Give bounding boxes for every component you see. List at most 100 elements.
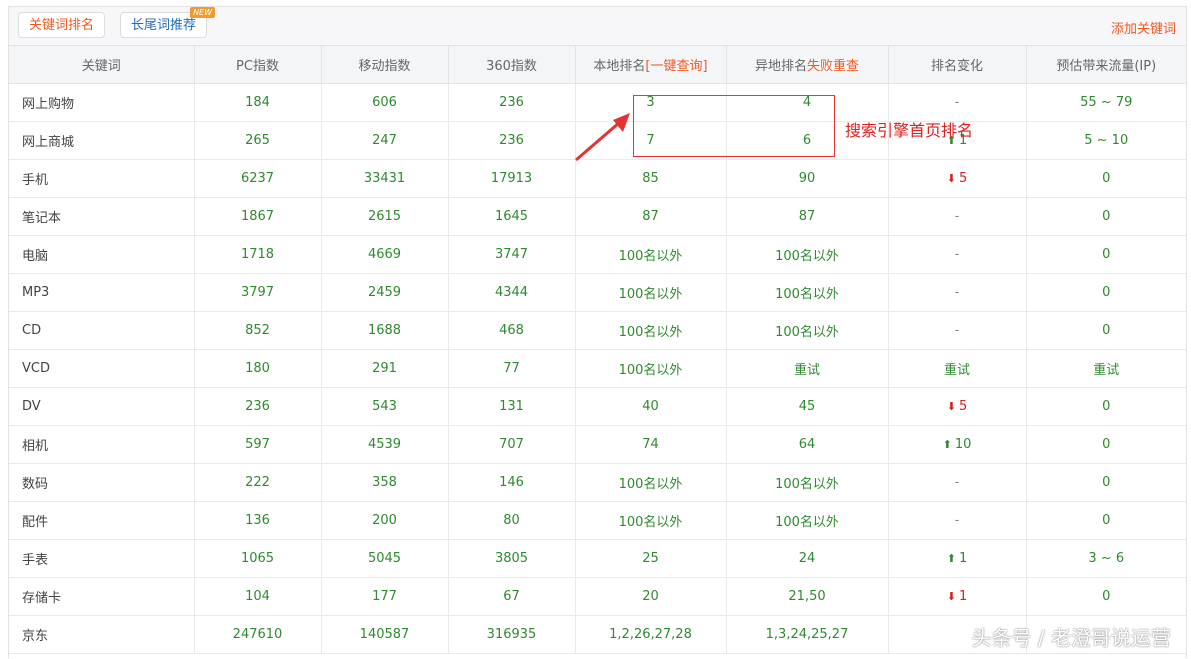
mobile-index-cell: 2459 bbox=[321, 273, 449, 312]
local-rank-cell: 100名以外 bbox=[575, 501, 727, 540]
keyword-cell: 相机 bbox=[9, 425, 195, 464]
traffic-estimate-cell[interactable]: 重试 bbox=[1026, 349, 1186, 388]
pc-index-cell: 236 bbox=[194, 387, 322, 426]
traffic-estimate-cell: 0 bbox=[1026, 311, 1186, 350]
index-360-cell: 17913 bbox=[448, 159, 576, 198]
rank-change-value: - bbox=[954, 323, 960, 338]
table-header-row: 关键词 PC指数 移动指数 360指数 本地排名[一键查询] 异地排名失败重查 … bbox=[9, 46, 1186, 84]
pc-index-cell: 222 bbox=[194, 463, 322, 502]
pc-index-cell: 184 bbox=[194, 83, 322, 122]
remote-rank-cell: 100名以外 bbox=[726, 235, 889, 274]
keyword-cell: CD bbox=[9, 311, 195, 350]
pc-index-cell: 104 bbox=[194, 577, 322, 616]
mobile-index-cell: 33431 bbox=[321, 159, 449, 198]
index-360-cell: 236 bbox=[448, 121, 576, 160]
rank-change-cell: - bbox=[888, 463, 1027, 502]
keyword-cell: 电脑 bbox=[9, 235, 195, 274]
remote-rank-cell: 100名以外 bbox=[726, 463, 889, 502]
watermark: 头条号 / 老澄哥说运营 bbox=[971, 626, 1171, 650]
index-360-cell: 468 bbox=[448, 311, 576, 350]
traffic-estimate-cell: 0 bbox=[1026, 425, 1186, 464]
down-arrow-icon: ⬇ bbox=[946, 590, 956, 603]
traffic-estimate-cell: 0 bbox=[1026, 197, 1186, 236]
pc-index-cell: 597 bbox=[194, 425, 322, 464]
index-360-cell: 3747 bbox=[448, 235, 576, 274]
keyword-cell: 网上商城 bbox=[9, 121, 195, 160]
index-360-cell: 131 bbox=[448, 387, 576, 426]
pc-index-cell: 247610 bbox=[194, 615, 322, 654]
tab-keyword-rank[interactable]: 关键词排名 bbox=[18, 12, 106, 38]
index-360-cell: 67 bbox=[448, 577, 576, 616]
index-360-cell: 146 bbox=[448, 463, 576, 502]
table-row: 相机 597 4539 707 74 64 ⬆ 10 0 bbox=[9, 425, 1186, 464]
traffic-estimate-cell: 0 bbox=[1026, 273, 1186, 312]
rank-change-cell: - bbox=[888, 501, 1027, 540]
remote-rank-cell[interactable]: 重试 bbox=[726, 349, 889, 388]
up-arrow-icon: ⬆ bbox=[946, 552, 956, 565]
remote-rank-cell: 4 bbox=[726, 83, 889, 122]
local-rank-cell: 100名以外 bbox=[575, 463, 727, 502]
mobile-index-cell: 5045 bbox=[321, 539, 449, 578]
remote-rank-cell: 24 bbox=[726, 539, 889, 578]
remote-rank-cell: 21,50 bbox=[726, 577, 889, 616]
pc-index-cell: 1065 bbox=[194, 539, 322, 578]
traffic-estimate-cell: 3 ~ 6 bbox=[1026, 539, 1186, 578]
pc-index-cell: 265 bbox=[194, 121, 322, 160]
mobile-index-cell: 291 bbox=[321, 349, 449, 388]
mobile-index-cell: 1688 bbox=[321, 311, 449, 350]
table-row: MP3 3797 2459 4344 100名以外 100名以外 -0 bbox=[9, 273, 1186, 312]
remote-rank-cell: 100名以外 bbox=[726, 273, 889, 312]
tab-longtail-label: 长尾词推荐 bbox=[131, 18, 197, 33]
retry-failed-link[interactable]: 失败重查 bbox=[807, 59, 859, 74]
index-360-cell: 80 bbox=[448, 501, 576, 540]
mobile-index-cell: 358 bbox=[321, 463, 449, 502]
local-rank-cell: 87 bbox=[575, 197, 727, 236]
mobile-index-cell: 140587 bbox=[321, 615, 449, 654]
rank-change-cell: - bbox=[888, 83, 1027, 122]
local-rank-cell: 100名以外 bbox=[575, 235, 727, 274]
col-header-traffic: 预估带来流量(IP) bbox=[1026, 46, 1186, 84]
down-arrow-icon: ⬇ bbox=[946, 172, 956, 185]
add-keyword-link[interactable]: 添加关键词 bbox=[1111, 18, 1176, 37]
traffic-estimate-cell: 0 bbox=[1026, 235, 1186, 274]
pc-index-cell: 1867 bbox=[194, 197, 322, 236]
rank-change-cell: ⬇ 5 bbox=[888, 159, 1027, 198]
pc-index-cell: 1718 bbox=[194, 235, 322, 274]
mobile-index-cell: 2615 bbox=[321, 197, 449, 236]
one-click-query-link[interactable]: [一键查询] bbox=[645, 59, 707, 74]
local-rank-cell: 25 bbox=[575, 539, 727, 578]
topbar: 关键词排名 长尾词推荐 NEW 添加关键词 bbox=[9, 7, 1186, 46]
rank-change-cell: ⬆ 1 bbox=[888, 539, 1027, 578]
rank-change-value: 5 bbox=[958, 399, 968, 414]
tab-longtail-recommend[interactable]: 长尾词推荐 NEW bbox=[120, 7, 216, 38]
local-rank-cell: 40 bbox=[575, 387, 727, 426]
remote-rank-cell: 64 bbox=[726, 425, 889, 464]
traffic-estimate-cell: 0 bbox=[1026, 501, 1186, 540]
rank-change-value: 1 bbox=[958, 551, 968, 566]
traffic-estimate-cell: 0 bbox=[1026, 463, 1186, 502]
rank-change-value: - bbox=[954, 209, 960, 224]
annotation-arrow-icon bbox=[575, 113, 630, 162]
mobile-index-cell: 543 bbox=[321, 387, 449, 426]
traffic-estimate-cell: 0 bbox=[1026, 577, 1186, 616]
mobile-index-cell: 606 bbox=[321, 83, 449, 122]
table-row: 数码 222 358 146 100名以外 100名以外 -0 bbox=[9, 463, 1186, 502]
remote-rank-cell: 45 bbox=[726, 387, 889, 426]
keyword-cell: 笔记本 bbox=[9, 197, 195, 236]
index-360-cell: 316935 bbox=[448, 615, 576, 654]
rank-change-value: 重试 bbox=[943, 363, 970, 378]
pc-index-cell: 3797 bbox=[194, 273, 322, 312]
traffic-estimate-cell: 0 bbox=[1026, 159, 1186, 198]
keyword-cell: 网上购物 bbox=[9, 83, 195, 122]
keyword-cell: MP3 bbox=[9, 273, 195, 312]
table-row: CD 852 1688 468 100名以外 100名以外 -0 bbox=[9, 311, 1186, 350]
col-header-keyword: 关键词 bbox=[9, 46, 195, 84]
rank-change-cell: - bbox=[888, 197, 1027, 236]
rank-change-cell[interactable]: 重试 bbox=[888, 349, 1027, 388]
keyword-cell: 配件 bbox=[9, 501, 195, 540]
keyword-cell: 手表 bbox=[9, 539, 195, 578]
mobile-index-cell: 4539 bbox=[321, 425, 449, 464]
table-row: 手表 1065 5045 3805 25 24 ⬆ 1 3 ~ 6 bbox=[9, 539, 1186, 578]
index-360-cell: 4344 bbox=[448, 273, 576, 312]
table-row: DV 236 543 131 40 45 ⬇ 5 0 bbox=[9, 387, 1186, 426]
